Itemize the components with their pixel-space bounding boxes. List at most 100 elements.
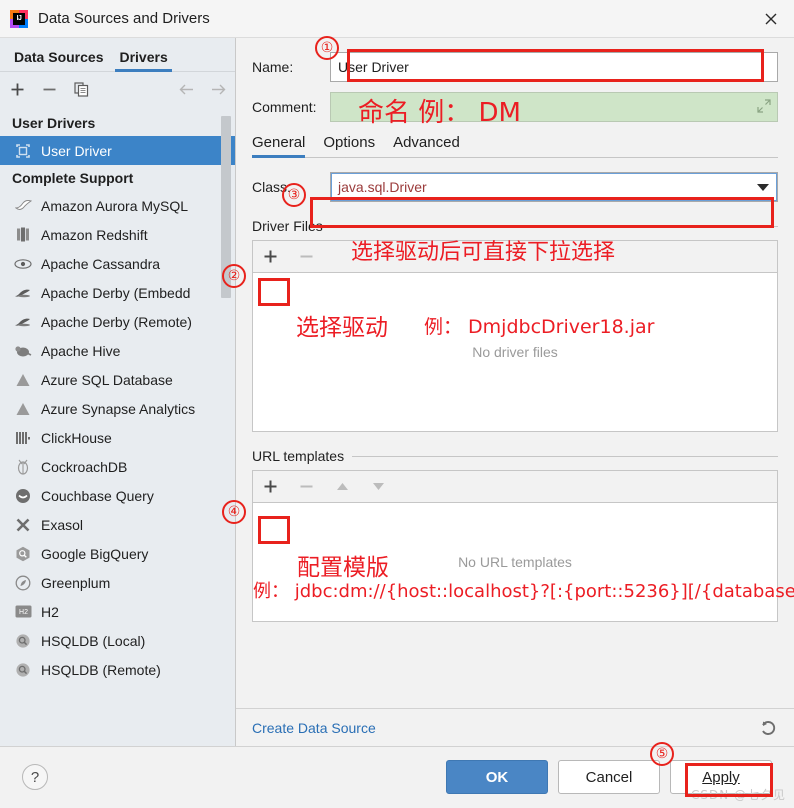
divider <box>330 225 778 227</box>
sidebar-tabs: Data Sources Drivers <box>0 38 235 72</box>
list-item-apache-derby-embedded[interactable]: Apache Derby (Embedd <box>0 278 235 307</box>
cancel-button[interactable]: Cancel <box>558 760 660 794</box>
list-item-azure-sql-database[interactable]: Azure SQL Database <box>0 365 235 394</box>
copy-driver-button[interactable] <box>72 80 90 98</box>
watermark: CSDN @七夕见 <box>690 788 786 802</box>
list-item-label: Azure SQL Database <box>41 371 173 388</box>
revert-icon[interactable] <box>758 718 778 741</box>
list-item-label: ClickHouse <box>41 429 112 446</box>
list-item-apache-derby-remote[interactable]: Apache Derby (Remote) <box>0 307 235 336</box>
list-item-amazon-aurora-mysql[interactable]: Amazon Aurora MySQL <box>0 191 235 220</box>
list-item-cockroachdb[interactable]: CockroachDB <box>0 452 235 481</box>
arrow-up-icon[interactable] <box>333 478 351 496</box>
dialog-footer: ? OK Cancel Apply CSDN @七夕见 <box>0 746 794 807</box>
cockroachdb-icon <box>14 458 32 476</box>
remove-driver-file-button[interactable] <box>297 248 315 266</box>
list-item-hsqldb-local[interactable]: HSQLDB (Local) <box>0 626 235 655</box>
user-driver-icon <box>14 142 32 160</box>
expand-icon[interactable] <box>757 99 771 116</box>
list-item-apache-hive[interactable]: Apache Hive <box>0 336 235 365</box>
forward-button[interactable] <box>209 80 227 98</box>
remove-url-template-button[interactable] <box>297 478 315 496</box>
list-item-couchbase-query[interactable]: Couchbase Query <box>0 481 235 510</box>
list-item-azure-synapse-analytics[interactable]: Azure Synapse Analytics <box>0 394 235 423</box>
add-driver-button[interactable] <box>8 80 26 98</box>
class-row: Class: java.sql.Driver <box>252 172 778 202</box>
list-item-label: HSQLDB (Remote) <box>41 661 161 678</box>
list-item-label: Amazon Aurora MySQL <box>41 197 189 214</box>
add-url-template-button[interactable] <box>261 478 279 496</box>
url-templates-list[interactable]: No URL templates <box>252 502 778 622</box>
derby-icon <box>14 313 32 331</box>
hsqldb-icon <box>14 632 32 650</box>
settings-tabs: General Options Advanced <box>252 134 778 158</box>
comment-label: Comment: <box>252 99 317 115</box>
name-input[interactable]: User Driver <box>330 52 778 82</box>
tab-data-sources[interactable]: Data Sources <box>6 49 111 71</box>
group-header-user-drivers: User Drivers <box>12 115 96 131</box>
driver-files-section-header: Driver Files <box>252 218 778 234</box>
azure-icon <box>14 371 32 389</box>
tab-general[interactable]: General <box>252 134 314 158</box>
list-item-label: Apache Hive <box>41 342 121 359</box>
list-item-h2[interactable]: H2 H2 <box>0 597 235 626</box>
list-item-greenplum[interactable]: Greenplum <box>0 568 235 597</box>
list-item-label: Apache Derby (Embedd <box>41 284 191 301</box>
list-item-label: HSQLDB (Local) <box>41 632 146 649</box>
remove-driver-button[interactable] <box>40 80 58 98</box>
tab-options[interactable]: Options <box>314 134 384 158</box>
window-titlebar: IJ Data Sources and Drivers <box>0 0 794 38</box>
window-title: Data Sources and Drivers <box>38 10 210 27</box>
list-item-google-bigquery[interactable]: Google BigQuery <box>0 539 235 568</box>
greenplum-icon <box>14 574 32 592</box>
list-item-label: User Driver <box>41 142 112 159</box>
close-icon[interactable] <box>748 0 794 37</box>
url-templates-empty-text: No URL templates <box>458 554 572 570</box>
list-item-hsqldb-remote[interactable]: HSQLDB (Remote) <box>0 655 235 684</box>
help-icon[interactable]: ? <box>22 764 48 790</box>
svg-text:H2: H2 <box>19 609 28 616</box>
azure-icon <box>14 400 32 418</box>
tab-drivers[interactable]: Drivers <box>111 49 175 72</box>
list-item-amazon-redshift[interactable]: Amazon Redshift <box>0 220 235 249</box>
list-item-exasol[interactable]: Exasol <box>0 510 235 539</box>
ok-button[interactable]: OK <box>446 760 548 794</box>
driver-settings-panel: Name: User Driver Comment: General Optio… <box>236 38 794 746</box>
name-label: Name: <box>252 59 294 75</box>
list-item-user-driver[interactable]: User Driver <box>0 136 235 165</box>
add-driver-file-button[interactable] <box>261 248 279 266</box>
sidebar-scrollbar[interactable] <box>221 116 231 298</box>
back-button[interactable] <box>177 80 195 98</box>
exasol-icon <box>14 516 32 534</box>
driver-files-title: Driver Files <box>252 218 323 234</box>
comment-input[interactable] <box>330 92 778 122</box>
clickhouse-icon <box>14 429 32 447</box>
class-combobox[interactable]: java.sql.Driver <box>330 172 778 202</box>
driver-list[interactable]: User Drivers User Driver Complete Suppor… <box>0 106 235 746</box>
name-row: Name: User Driver <box>252 52 778 82</box>
tab-advanced[interactable]: Advanced <box>384 134 469 158</box>
url-templates-section-header: URL templates <box>252 448 778 464</box>
list-item-clickhouse[interactable]: ClickHouse <box>0 423 235 452</box>
intellij-idea-logo-icon: IJ <box>10 9 28 28</box>
list-item-label: Apache Cassandra <box>41 255 161 272</box>
list-item-label: Greenplum <box>41 574 111 591</box>
create-data-source-row: Create Data Source <box>236 708 794 746</box>
create-data-source-link[interactable]: Create Data Source <box>252 720 376 736</box>
list-item-label: Exasol <box>41 516 84 533</box>
arrow-down-icon[interactable] <box>369 478 387 496</box>
chevron-down-icon[interactable] <box>757 184 769 191</box>
redshift-icon <box>14 226 32 244</box>
list-item-label: Apache Derby (Remote) <box>41 313 192 330</box>
driver-files-toolbar <box>252 240 778 272</box>
url-templates-toolbar <box>252 470 778 502</box>
list-item-apache-cassandra[interactable]: Apache Cassandra <box>0 249 235 278</box>
divider <box>352 455 778 457</box>
cassandra-icon <box>14 255 32 273</box>
driver-files-list[interactable]: No driver files <box>252 272 778 432</box>
url-templates-title: URL templates <box>252 448 345 464</box>
list-item-label: Couchbase Query <box>41 487 154 504</box>
sidebar-toolbar <box>0 72 235 106</box>
bigquery-icon <box>14 545 32 563</box>
aurora-mysql-icon <box>14 197 32 215</box>
